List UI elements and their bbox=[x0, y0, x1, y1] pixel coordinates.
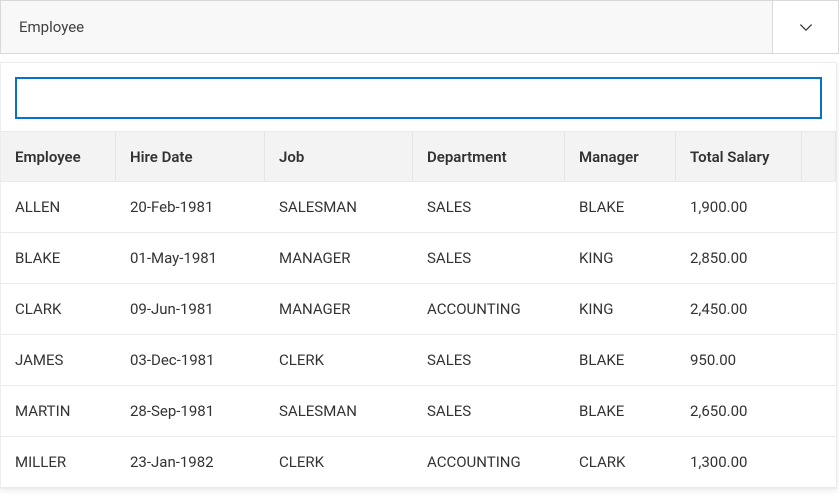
table-row[interactable]: MARTIN28-Sep-1981SALESMANSALESBLAKE2,650… bbox=[1, 386, 836, 437]
table-row[interactable]: CLARK09-Jun-1981MANAGERACCOUNTINGKING2,4… bbox=[1, 284, 836, 335]
cell-hiredate: 03-Dec-1981 bbox=[116, 335, 265, 385]
cell-manager: CLARK bbox=[565, 437, 676, 487]
table-row[interactable]: JAMES03-Dec-1981CLERKSALESBLAKE950.00 bbox=[1, 335, 836, 386]
cell-total-salary: 2,850.00 bbox=[676, 233, 802, 283]
cell-manager: KING bbox=[565, 233, 676, 283]
table-row[interactable]: MILLER23-Jan-1982CLERKACCOUNTINGCLARK1,3… bbox=[1, 437, 836, 487]
col-header-hiredate[interactable]: Hire Date bbox=[116, 132, 265, 181]
cell-employee: MILLER bbox=[1, 437, 116, 487]
cell-manager: BLAKE bbox=[565, 182, 676, 232]
table-row[interactable]: ALLEN20-Feb-1981SALESMANSALESBLAKE1,900.… bbox=[1, 182, 836, 233]
cell-department: SALES bbox=[413, 335, 565, 385]
cell-employee: BLAKE bbox=[1, 233, 116, 283]
cell-job: SALESMAN bbox=[265, 182, 413, 232]
cell-tail bbox=[802, 386, 836, 436]
cell-job: CLERK bbox=[265, 437, 413, 487]
cell-manager: KING bbox=[565, 284, 676, 334]
cell-department: ACCOUNTING bbox=[413, 437, 565, 487]
cell-total-salary: 2,450.00 bbox=[676, 284, 802, 334]
cell-hiredate: 20-Feb-1981 bbox=[116, 182, 265, 232]
cell-hiredate: 01-May-1981 bbox=[116, 233, 265, 283]
search-wrap bbox=[1, 63, 836, 131]
cell-tail bbox=[802, 284, 836, 334]
cell-job: CLERK bbox=[265, 335, 413, 385]
cell-department: SALES bbox=[413, 386, 565, 436]
col-header-manager[interactable]: Manager bbox=[565, 132, 676, 181]
cell-manager: BLAKE bbox=[565, 335, 676, 385]
cell-employee: MARTIN bbox=[1, 386, 116, 436]
cell-job: MANAGER bbox=[265, 233, 413, 283]
cell-department: SALES bbox=[413, 182, 565, 232]
employee-select-trigger[interactable]: Employee bbox=[0, 0, 839, 54]
col-header-total-salary[interactable]: Total Salary bbox=[676, 132, 802, 181]
cell-job: SALESMAN bbox=[265, 386, 413, 436]
cell-department: SALES bbox=[413, 233, 565, 283]
results-grid: Employee Hire Date Job Department Manage… bbox=[1, 131, 836, 488]
grid-header-row: Employee Hire Date Job Department Manage… bbox=[1, 132, 836, 182]
chevron-down-icon bbox=[798, 22, 814, 32]
col-header-job[interactable]: Job bbox=[265, 132, 413, 181]
dropdown-toggle[interactable] bbox=[772, 1, 838, 53]
cell-total-salary: 2,650.00 bbox=[676, 386, 802, 436]
dropdown-panel: Employee Hire Date Job Department Manage… bbox=[0, 62, 837, 489]
cell-total-salary: 1,300.00 bbox=[676, 437, 802, 487]
cell-department: ACCOUNTING bbox=[413, 284, 565, 334]
grid-body: ALLEN20-Feb-1981SALESMANSALESBLAKE1,900.… bbox=[1, 182, 836, 487]
col-header-employee[interactable]: Employee bbox=[1, 132, 116, 181]
col-header-department[interactable]: Department bbox=[413, 132, 565, 181]
cell-hiredate: 28-Sep-1981 bbox=[116, 386, 265, 436]
search-input[interactable] bbox=[15, 77, 822, 119]
cell-employee: CLARK bbox=[1, 284, 116, 334]
cell-total-salary: 950.00 bbox=[676, 335, 802, 385]
cell-employee: ALLEN bbox=[1, 182, 116, 232]
cell-tail bbox=[802, 335, 836, 385]
cell-tail bbox=[802, 437, 836, 487]
col-header-tail bbox=[802, 132, 836, 181]
cell-job: MANAGER bbox=[265, 284, 413, 334]
cell-tail bbox=[802, 182, 836, 232]
cell-total-salary: 1,900.00 bbox=[676, 182, 802, 232]
cell-manager: BLAKE bbox=[565, 386, 676, 436]
table-row[interactable]: BLAKE01-May-1981MANAGERSALESKING2,850.00 bbox=[1, 233, 836, 284]
cell-hiredate: 23-Jan-1982 bbox=[116, 437, 265, 487]
cell-hiredate: 09-Jun-1981 bbox=[116, 284, 265, 334]
cell-tail bbox=[802, 233, 836, 283]
select-label: Employee bbox=[1, 1, 772, 53]
cell-employee: JAMES bbox=[1, 335, 116, 385]
